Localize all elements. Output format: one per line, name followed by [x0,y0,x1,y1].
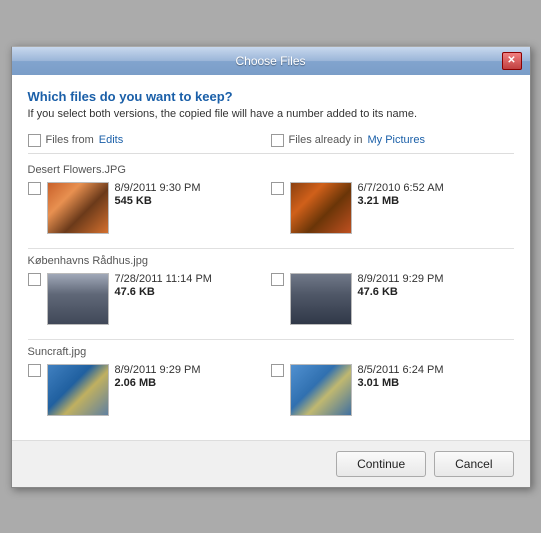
file-1-left-datetime: 7/28/2011 11:14 PM [115,273,212,285]
file-2-left-datetime: 8/9/2011 9:29 PM [115,364,201,376]
file-group-2-name: Suncraft.jpg [28,346,514,358]
file-0-right-size: 3.21 MB [358,195,444,207]
window-title: Choose Files [40,54,502,68]
file-group-1-name: Københavns Rådhus.jpg [28,255,514,267]
file-2-left-size: 2.06 MB [115,377,201,389]
file-0-right-datetime: 6/7/2010 6:52 AM [358,182,444,194]
right-col-checkbox[interactable] [271,134,284,147]
right-col-prefix: Files already in [289,134,363,146]
file-2-right-thumb [290,364,352,416]
file-0-right-thumb [290,182,352,234]
file-group-0-name: Desert Flowers.JPG [28,164,514,176]
column-headers: Files from Edits Files already in My Pic… [28,134,514,154]
close-button[interactable]: ✕ [502,52,522,70]
left-col-checkbox[interactable] [28,134,41,147]
right-col-link[interactable]: My Pictures [367,134,424,146]
file-group-0: Desert Flowers.JPG 8/9/2011 9:30 PM 545 … [28,164,514,234]
file-2-left-thumb [47,364,109,416]
dialog-footer: Continue Cancel [12,440,530,487]
file-0-left-datetime: 8/9/2011 9:30 PM [115,182,201,194]
file-2-right: 8/5/2011 6:24 PM 3.01 MB [271,364,514,416]
file-0-left-info: 8/9/2011 9:30 PM 545 KB [115,182,201,207]
file-0-left: 8/9/2011 9:30 PM 545 KB [28,182,271,234]
continue-button[interactable]: Continue [336,451,426,477]
file-1-right-thumb [290,273,352,325]
right-col-header: Files already in My Pictures [271,134,514,147]
file-group-1-row: 7/28/2011 11:14 PM 47.6 KB 8/9/2011 9:29… [28,273,514,325]
divider-2 [28,339,514,340]
file-1-right-size: 47.6 KB [358,286,444,298]
file-0-right: 6/7/2010 6:52 AM 3.21 MB [271,182,514,234]
file-group-0-row: 8/9/2011 9:30 PM 545 KB 6/7/2010 6:52 AM… [28,182,514,234]
file-2-right-size: 3.01 MB [358,377,444,389]
file-0-left-thumb [47,182,109,234]
file-group-2: Suncraft.jpg 8/9/2011 9:29 PM 2.06 MB 8/… [28,346,514,416]
title-bar: Choose Files ✕ [12,47,530,75]
file-group-1: Københavns Rådhus.jpg 7/28/2011 11:14 PM… [28,255,514,325]
left-col-header: Files from Edits [28,134,271,147]
file-2-left-info: 8/9/2011 9:29 PM 2.06 MB [115,364,201,389]
subtitle-text: If you select both versions, the copied … [28,108,514,120]
left-col-link[interactable]: Edits [99,134,123,146]
question-text: Which files do you want to keep? [28,89,514,104]
file-1-left-checkbox[interactable] [28,273,41,286]
choose-files-window: Choose Files ✕ Which files do you want t… [11,46,531,488]
divider-1 [28,248,514,249]
dialog-content: Which files do you want to keep? If you … [12,75,530,440]
cancel-button[interactable]: Cancel [434,451,513,477]
file-1-right-checkbox[interactable] [271,273,284,286]
file-group-2-row: 8/9/2011 9:29 PM 2.06 MB 8/5/2011 6:24 P… [28,364,514,416]
file-0-right-checkbox[interactable] [271,182,284,195]
file-0-right-info: 6/7/2010 6:52 AM 3.21 MB [358,182,444,207]
file-1-right: 8/9/2011 9:29 PM 47.6 KB [271,273,514,325]
file-0-left-size: 545 KB [115,195,201,207]
file-1-left-size: 47.6 KB [115,286,212,298]
file-1-left: 7/28/2011 11:14 PM 47.6 KB [28,273,271,325]
file-2-right-checkbox[interactable] [271,364,284,377]
file-1-right-info: 8/9/2011 9:29 PM 47.6 KB [358,273,444,298]
file-1-left-info: 7/28/2011 11:14 PM 47.6 KB [115,273,212,298]
file-0-left-checkbox[interactable] [28,182,41,195]
file-1-right-datetime: 8/9/2011 9:29 PM [358,273,444,285]
file-2-left-checkbox[interactable] [28,364,41,377]
left-col-prefix: Files from [46,134,94,146]
file-2-right-datetime: 8/5/2011 6:24 PM [358,364,444,376]
file-2-right-info: 8/5/2011 6:24 PM 3.01 MB [358,364,444,389]
file-2-left: 8/9/2011 9:29 PM 2.06 MB [28,364,271,416]
file-1-left-thumb [47,273,109,325]
